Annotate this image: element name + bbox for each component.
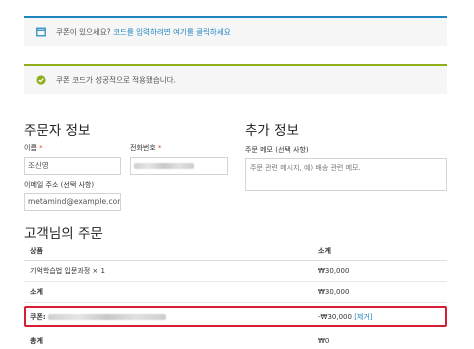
coupon-label: 쿠폰: — [30, 312, 166, 322]
email-label: 이메일 주소 (선택 사항) — [24, 181, 95, 189]
check-circle-icon — [36, 75, 46, 85]
email-value: metamind@example.com — [28, 197, 121, 206]
coupon-row: 쿠폰: -₩30,000 [제거] — [24, 306, 447, 327]
order-total-value: ₩0 — [318, 336, 330, 345]
name-field[interactable]: 조신영 — [24, 157, 121, 175]
total-column-header: 소계 — [318, 247, 331, 255]
coupon-info-text: 쿠폰이 있으세요? 코드를 입력하려면 여기를 클릭하세요 — [56, 27, 231, 38]
name-value: 조신영 — [28, 161, 49, 170]
cart-item-price: ₩30,000 — [318, 267, 350, 275]
cart-item-name: 기억학습법 입문과정 × 1 — [30, 266, 105, 276]
order-notes-textarea[interactable]: 주문 관련 메시지, 예) 배송 관련 메모. — [245, 158, 447, 191]
coupon-prompt-text: 쿠폰이 있으세요? — [56, 27, 114, 37]
name-required-mark: * — [39, 144, 43, 152]
additional-info-heading: 추가 정보 — [245, 123, 299, 139]
coupon-success-notice: 쿠폰 코드가 성공적으로 적용됐습니다. — [24, 64, 447, 94]
order-review-table: 상품 소계 기억학습법 입문과정 × 1 ₩30,000 소계 ₩30,000 … — [24, 242, 447, 349]
subtotal-label: 소계 — [30, 288, 43, 296]
order-total-row: 총계 ₩0 — [24, 330, 447, 349]
product-quantity: × 1 — [92, 267, 105, 275]
order-notes-placeholder: 주문 관련 메시지, 예) 배송 관련 메모. — [250, 164, 361, 172]
order-review-heading: 고객님의 주문 — [24, 226, 103, 242]
window-icon — [36, 27, 46, 37]
product-column-header: 상품 — [30, 247, 43, 255]
show-coupon-link[interactable]: 코드를 입력하려면 여기를 클릭하세요 — [113, 28, 231, 37]
order-notes-label: 주문 메모 (선택 사항) — [245, 146, 309, 154]
coupon-info-notice: 쿠폰이 있으세요? 코드를 입력하려면 여기를 클릭하세요 — [24, 16, 447, 46]
coupon-discount-value: -₩30,000 — [318, 312, 352, 321]
name-label: 이름 * — [24, 143, 43, 153]
name-label-text: 이름 — [24, 144, 37, 152]
phone-required-mark: * — [158, 144, 162, 152]
email-field[interactable]: metamind@example.com — [24, 193, 121, 211]
success-message: 쿠폰 코드가 성공적으로 적용됐습니다. — [56, 75, 176, 85]
subtotal-row: 소계 ₩30,000 — [24, 282, 447, 303]
coupon-label-text: 쿠폰: — [30, 312, 46, 321]
billing-heading: 주문자 정보 — [24, 123, 91, 139]
phone-label-text: 전화번호 — [130, 144, 156, 152]
phone-label: 전화번호 * — [130, 143, 162, 153]
product-name: 기억학습법 입문과정 — [30, 267, 91, 275]
table-header-row: 상품 소계 — [24, 242, 447, 261]
subtotal-value: ₩30,000 — [318, 288, 350, 296]
redacted-phone — [134, 163, 194, 169]
remove-coupon-link[interactable]: [제거] — [354, 313, 372, 321]
phone-field[interactable] — [130, 157, 228, 175]
redacted-coupon-code — [47, 313, 166, 320]
order-total-label: 총계 — [30, 336, 43, 345]
coupon-discount: -₩30,000 [제거] — [318, 312, 373, 322]
cart-item-row: 기억학습법 입문과정 × 1 ₩30,000 — [24, 261, 447, 282]
